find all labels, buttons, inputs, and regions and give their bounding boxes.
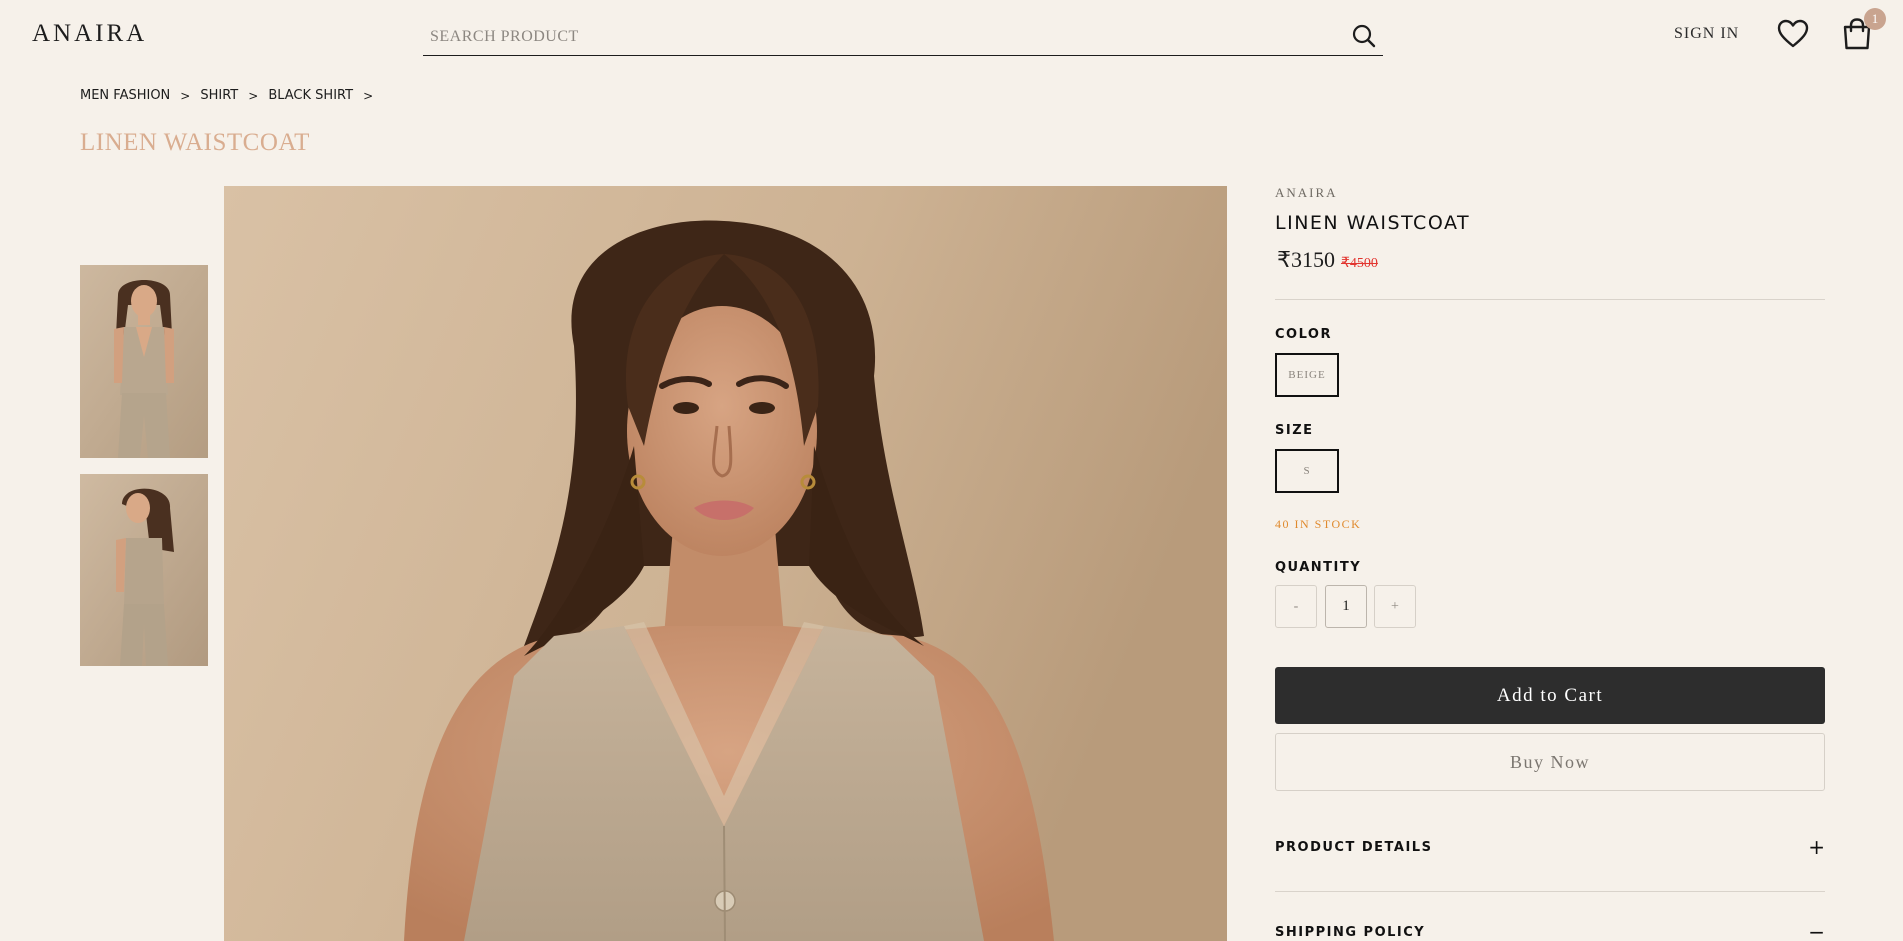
price-original: ₹4500 — [1341, 256, 1378, 271]
site-header: ANAIRA SIGN IN 1 — [0, 0, 1903, 70]
accordion-title: PRODUCT DETAILS — [1275, 840, 1433, 855]
product-brand: ANAIRA — [1275, 185, 1338, 200]
buy-now-button[interactable]: Buy Now — [1275, 733, 1825, 791]
product-name: LINEN WAISTCOAT — [1275, 212, 1471, 234]
site-logo[interactable]: ANAIRA — [32, 20, 147, 48]
wishlist-heart-icon[interactable] — [1777, 19, 1809, 49]
product-thumbnail-front[interactable] — [80, 265, 208, 458]
thumbnail-front-image — [80, 265, 208, 458]
plus-icon: + — [1808, 835, 1825, 859]
size-option-s[interactable]: S — [1275, 449, 1339, 493]
breadcrumb-item-men-fashion[interactable]: MEN FASHION — [80, 88, 170, 103]
cart-count-badge: 1 — [1864, 8, 1886, 30]
chevron-right-icon: > — [180, 88, 191, 103]
quantity-label: QUANTITY — [1275, 560, 1362, 575]
search-bar — [423, 19, 1383, 56]
breadcrumb: MEN FASHION > SHIRT > BLACK SHIRT > — [80, 88, 383, 103]
minus-icon: − — [1808, 920, 1825, 941]
chevron-right-icon: > — [363, 88, 374, 103]
stock-status: 40 IN STOCK — [1275, 517, 1362, 531]
divider — [1275, 299, 1825, 300]
main-product-image[interactable] — [224, 186, 1227, 941]
add-to-cart-button[interactable]: Add to Cart — [1275, 667, 1825, 724]
page-title: LINEN WAISTCOAT — [80, 129, 310, 156]
breadcrumb-item-black-shirt[interactable]: BLACK SHIRT — [268, 88, 353, 103]
quantity-increase-button[interactable]: + — [1374, 585, 1416, 628]
quantity-value[interactable]: 1 — [1325, 585, 1367, 628]
accordion-product-details[interactable]: PRODUCT DETAILS + — [1275, 835, 1825, 865]
divider — [1275, 891, 1825, 892]
quantity-decrease-button[interactable]: - — [1275, 585, 1317, 628]
color-option-beige[interactable]: BEIGE — [1275, 353, 1339, 397]
product-thumbnail-back[interactable] — [80, 474, 208, 666]
search-icon[interactable] — [1351, 23, 1377, 49]
accordion-shipping-policy[interactable]: SHIPPING POLICY − — [1275, 920, 1825, 941]
thumbnail-back-image — [80, 474, 208, 666]
size-label: SIZE — [1275, 423, 1314, 438]
color-label: COLOR — [1275, 327, 1332, 342]
search-input[interactable] — [430, 24, 1310, 50]
chevron-right-icon: > — [248, 88, 259, 103]
price-current: ₹3150 — [1277, 247, 1335, 272]
accordion-title: SHIPPING POLICY — [1275, 925, 1426, 940]
sign-in-link[interactable]: SIGN IN — [1674, 25, 1739, 43]
price-row: ₹3150 ₹4500 — [1277, 247, 1378, 273]
breadcrumb-item-shirt[interactable]: SHIRT — [200, 88, 238, 103]
product-photo — [224, 186, 1227, 941]
